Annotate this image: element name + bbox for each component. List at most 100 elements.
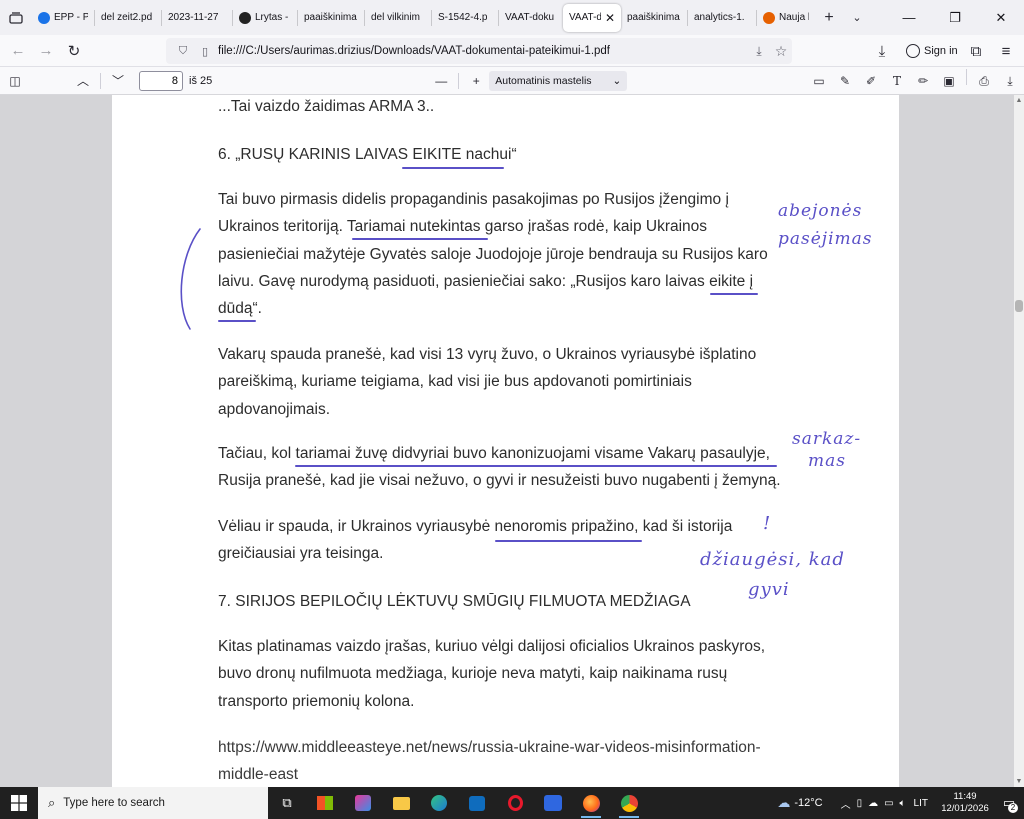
- trip-app-button[interactable]: [534, 787, 572, 819]
- link-line[interactable]: middle-east: [218, 766, 298, 784]
- restore-button[interactable]: ❐: [932, 0, 978, 35]
- printer-icon: ⎙: [979, 73, 989, 88]
- doc-line: ...Tai vaizdo žaidimas ARMA 3..: [218, 98, 435, 115]
- close-window-button[interactable]: ✕: [978, 0, 1024, 35]
- browser-tab[interactable]: VAAT-do ✕: [563, 3, 621, 32]
- cloud-icon[interactable]: ☁: [868, 798, 878, 809]
- browser-tab[interactable]: del zeit2.pd: [95, 4, 161, 32]
- browser-tab[interactable]: analytics-1.: [688, 4, 756, 32]
- browser-tab[interactable]: paaiškinima: [621, 4, 687, 32]
- draw-button[interactable]: ✏: [910, 69, 936, 93]
- text-line: pasieniečiai mažytėje Gyvatės saloje Juo…: [218, 245, 768, 263]
- new-tab-button[interactable]: +: [815, 4, 843, 32]
- next-page-button[interactable]: ﹀: [105, 69, 131, 93]
- text-line: Vėliau ir spauda, ir Ukrainos vyriausybė…: [218, 518, 733, 535]
- downloads-button[interactable]: ⤓: [868, 37, 896, 65]
- page-number-input[interactable]: [139, 70, 183, 91]
- page-download-icon[interactable]: ⤓: [748, 44, 770, 59]
- opera-button[interactable]: [496, 787, 534, 819]
- plus-icon: +: [472, 73, 480, 88]
- scroll-up-icon[interactable]: ▲: [1014, 97, 1024, 104]
- volume-icon[interactable]: 🔈︎: [900, 798, 906, 809]
- link-line[interactable]: https://www.middleeasteye.net/news/russi…: [218, 739, 761, 757]
- url-text[interactable]: file:///C:/Users/aurimas.drizius/Downloa…: [218, 45, 748, 57]
- address-bar[interactable]: ⛉ ▯ file:///C:/Users/aurimas.drizius/Dow…: [166, 38, 792, 64]
- scrollbar-thumb[interactable]: [1015, 300, 1023, 312]
- list-all-tabs-button[interactable]: ⌄: [843, 4, 871, 32]
- edge-button[interactable]: [420, 787, 458, 819]
- shield-icon[interactable]: ⛉: [174, 42, 192, 60]
- highlight-button[interactable]: ✐: [858, 69, 884, 93]
- show-hidden-icons[interactable]: ︿: [841, 796, 851, 811]
- bookmark-star-icon[interactable]: ☆: [770, 43, 792, 60]
- pdf-viewer[interactable]: ...Tai vaizdo žaidimas ARMA 3.. 6. „RUSŲ…: [0, 95, 1024, 787]
- vertical-scrollbar[interactable]: ▲ ▼: [1014, 95, 1024, 787]
- taskbar-search[interactable]: ⌕ Type here to search: [38, 787, 268, 819]
- task-view-button[interactable]: ⧉: [268, 787, 306, 819]
- browser-tab[interactable]: del vilkinim: [365, 4, 431, 32]
- print-button[interactable]: ⎙: [971, 69, 997, 93]
- microsoft-store-button[interactable]: [306, 787, 344, 819]
- comment-button[interactable]: ▭: [806, 69, 832, 93]
- minimize-button[interactable]: —: [886, 0, 932, 35]
- back-button[interactable]: ←: [4, 37, 32, 65]
- scroll-down-icon[interactable]: ▼: [1014, 778, 1024, 785]
- text-button[interactable]: T: [884, 69, 910, 93]
- edit-button[interactable]: ✎: [832, 69, 858, 93]
- clock-time: 11:49: [953, 791, 977, 802]
- browser-tab[interactable]: Lrytas -: [233, 4, 297, 32]
- handwritten-note: !: [763, 513, 771, 534]
- task-view-icon: ⧉: [282, 795, 292, 810]
- tab-label: Lrytas -: [255, 12, 289, 23]
- app-menu-button[interactable]: ≡: [992, 37, 1020, 65]
- file-explorer-button[interactable]: [382, 787, 420, 819]
- tab-list-button[interactable]: [0, 0, 32, 35]
- browser-tab[interactable]: S-1542-4.p: [432, 4, 498, 32]
- language-indicator[interactable]: LIT: [914, 798, 928, 809]
- tray-app-icon[interactable]: ▯: [857, 798, 863, 809]
- save-button[interactable]: ⤓: [997, 69, 1023, 93]
- image-button[interactable]: ▣: [936, 69, 962, 93]
- browser-tab[interactable]: 2023-11-27: [162, 4, 232, 32]
- tab-label: del zeit2.pd: [101, 12, 153, 23]
- firefox-button[interactable]: [572, 787, 610, 819]
- handwritten-note: sarkaz-: [792, 429, 862, 449]
- sidebar-toggle-button[interactable]: ◫: [2, 69, 28, 93]
- browser-tab[interactable]: VAAT-doku: [499, 4, 563, 32]
- weather-icon[interactable]: ☁: [777, 795, 790, 811]
- app-button[interactable]: [344, 787, 382, 819]
- network-icon[interactable]: ▭: [884, 798, 893, 809]
- zoom-select[interactable]: Automatinis mastelis ⌄: [489, 70, 628, 91]
- previous-page-button[interactable]: ︿: [70, 69, 96, 93]
- text-line: Kitas platinamas vaizdo įrašas, kuriuo v…: [218, 638, 766, 655]
- pdf-toolbar: ◫ ︿ ﹀ iš 25 — + Automatinis mastelis ⌄ ▭…: [0, 67, 1024, 95]
- outlook-button[interactable]: [458, 787, 496, 819]
- browser-tab[interactable]: Nauja k: [757, 4, 815, 32]
- zoom-in-button[interactable]: +: [463, 69, 489, 93]
- extensions-button[interactable]: ⧉: [962, 37, 990, 65]
- chrome-button[interactable]: [610, 787, 648, 819]
- tab-favicon-icon: [763, 11, 775, 24]
- start-button[interactable]: [0, 787, 38, 819]
- forward-button[interactable]: →: [32, 37, 60, 65]
- zoom-out-button[interactable]: —: [428, 69, 454, 93]
- clock[interactable]: 11:49 12/01/2026: [936, 791, 994, 815]
- page-count-label: iš 25: [189, 74, 213, 87]
- weather-temp[interactable]: -12°C: [794, 797, 822, 809]
- browser-tab[interactable]: EPP - P: [32, 4, 94, 32]
- sign-in-button[interactable]: Sign in: [900, 39, 964, 63]
- tab-label: VAAT-doku: [505, 12, 555, 23]
- pen-icon: ✏: [917, 74, 929, 88]
- arrow-right-icon: →: [38, 42, 54, 59]
- reload-button[interactable]: ↻: [60, 37, 88, 65]
- minus-icon: —: [435, 73, 448, 88]
- browser-tab[interactable]: paaiškinima: [298, 4, 364, 32]
- image-icon: ▣: [943, 74, 955, 88]
- text-icon: T: [892, 74, 901, 88]
- windows-taskbar: ⌕ Type here to search ⧉ ☁ -12°C ︿ ▯ ☁ ▭ …: [0, 787, 1024, 819]
- text-line: buvo dronų nufilmuota medžiaga, kurioje …: [218, 665, 728, 683]
- notifications-button[interactable]: ▭ 2: [994, 787, 1024, 819]
- restore-icon: ❐: [949, 9, 961, 25]
- close-tab-icon[interactable]: ✕: [605, 11, 615, 25]
- tab-strip: EPP - P del zeit2.pd 2023-11-27 Lrytas - paa…: [0, 0, 1024, 35]
